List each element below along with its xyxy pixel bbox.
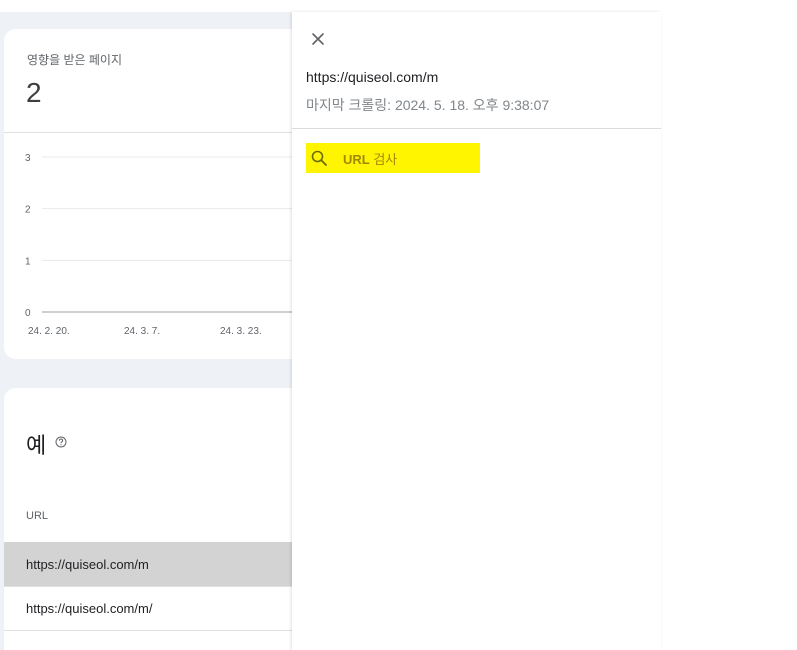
- y-tick-label: 1: [25, 256, 31, 267]
- metric-value: 2: [26, 77, 42, 108]
- affected-pages-chart: 0 1 2 3 24. 2. 20. 24. 3. 7. 24. 3. 23.: [25, 153, 304, 337]
- url-inspect-button[interactable]: URL 검사: [306, 143, 480, 173]
- url-detail-panel: https://quiseol.com/m 마지막 크롤링: 2024. 5. …: [292, 12, 661, 650]
- table-row[interactable]: https://quiseol.com/m: [4, 542, 304, 586]
- x-tick-label: 24. 3. 23.: [220, 326, 262, 337]
- x-tick-label: 24. 3. 7.: [124, 326, 160, 337]
- metric-label: 영향을 받은 페이지: [27, 53, 122, 67]
- url-column-header: URL: [26, 510, 49, 522]
- y-tick-label: 3: [25, 153, 31, 164]
- url-inspect-label: URL 검사: [343, 149, 397, 168]
- examples-title: 예: [26, 433, 47, 458]
- close-icon[interactable]: [309, 30, 327, 48]
- url-inspect-label-bold: URL: [343, 151, 370, 167]
- panel-divider: [292, 128, 661, 129]
- panel-url: https://quiseol.com/m: [306, 69, 439, 85]
- row-url: https://quiseol.com/m: [26, 556, 149, 572]
- table-row[interactable]: https://quiseol.com/m/: [4, 587, 304, 631]
- examples-card: 예 URL https://quiseol.com/m https://quis…: [4, 388, 304, 650]
- x-tick-label: 24. 2. 20.: [28, 326, 70, 337]
- affected-pages-card: 영향을 받은 페이지 2 0 1 2 3 24. 2. 20. 24. 3. 7. 24. …: [4, 29, 304, 359]
- y-tick-label: 0: [25, 308, 31, 319]
- url-inspect-label-rest: 검사: [369, 151, 398, 167]
- y-tick-label: 2: [25, 205, 31, 216]
- last-crawl-text: 마지막 크롤링: 2024. 5. 18. 오후 9:38:07: [306, 97, 550, 113]
- row-url: https://quiseol.com/m/: [26, 601, 153, 616]
- search-icon: [311, 150, 327, 166]
- help-icon[interactable]: [55, 436, 67, 448]
